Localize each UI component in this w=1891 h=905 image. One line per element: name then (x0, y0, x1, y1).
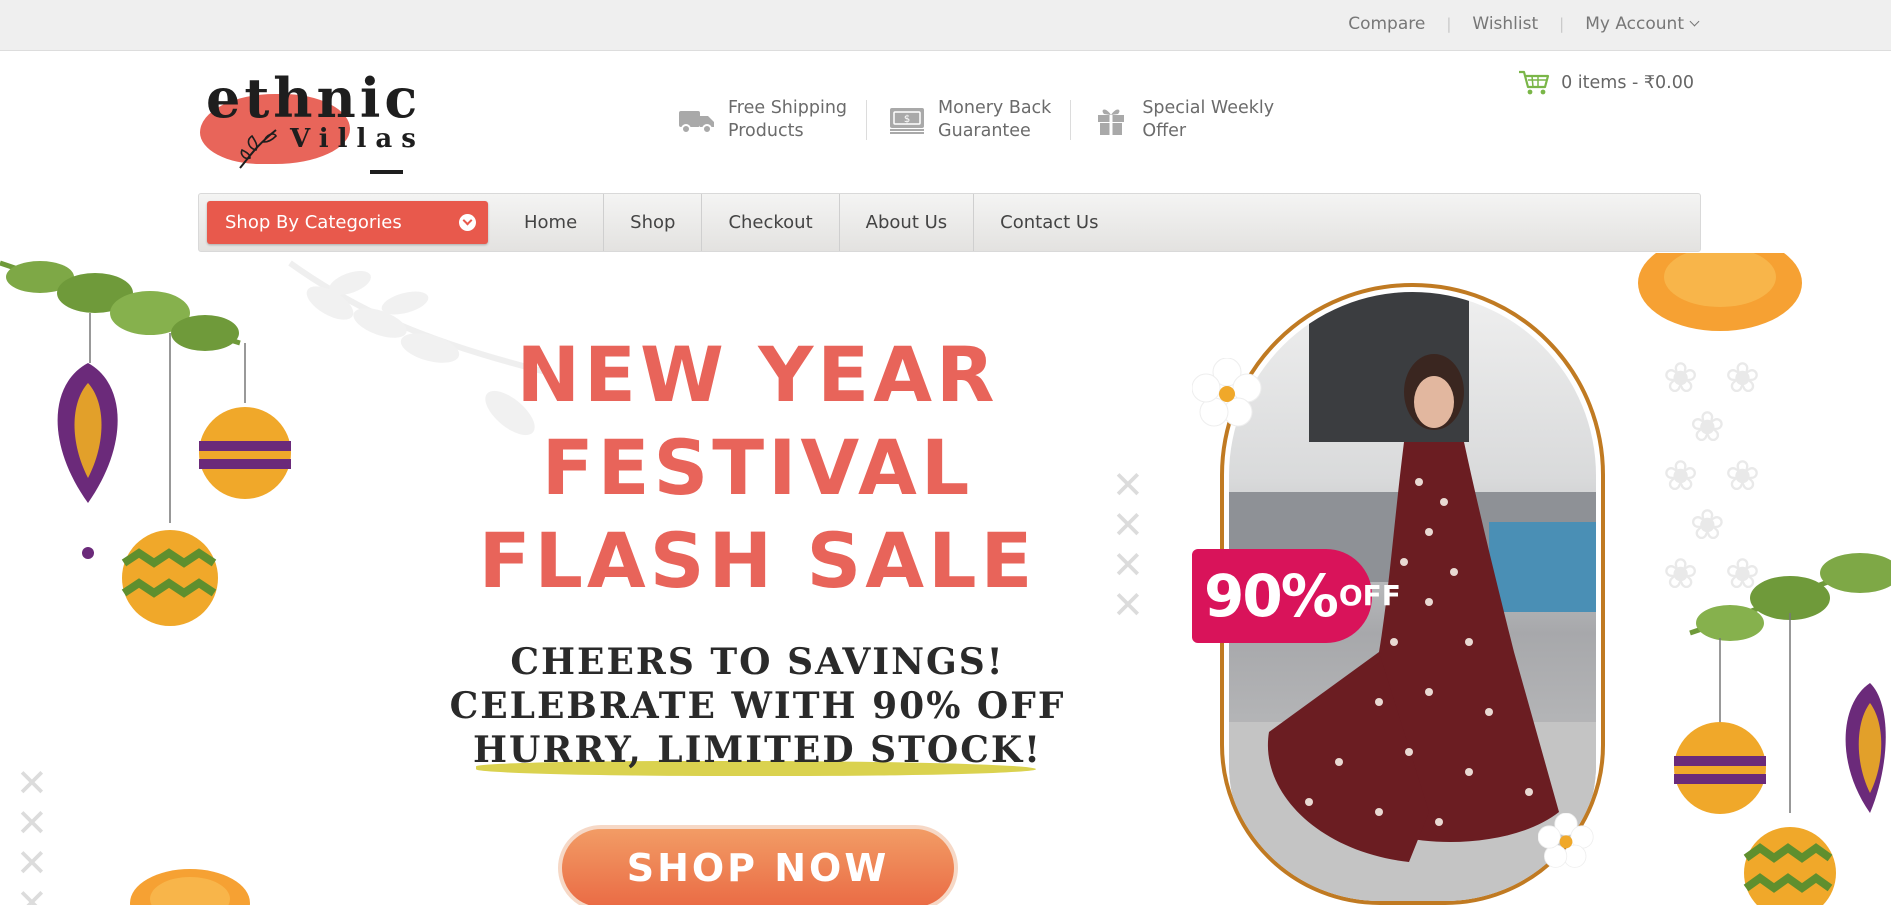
shop-now-button[interactable]: SHOP NOW (558, 825, 958, 905)
nav-item-contact-us[interactable]: Contact Us (974, 194, 1124, 251)
chevron-down-circle-icon (459, 214, 476, 231)
subtext-line: CELEBRATE WITH 90% OFF (449, 685, 1066, 727)
truck-icon (676, 100, 718, 140)
top-separator: | (1559, 15, 1565, 33)
feature-weekly-offer: Special Weekly Offer (1090, 97, 1274, 143)
nav-item-shop[interactable]: Shop (604, 194, 703, 251)
badge-off-text: OFF (1338, 579, 1401, 612)
feature-divider (1070, 100, 1072, 140)
main-nav: Shop By Categories Home Shop Checkout Ab… (198, 193, 1701, 252)
nav-item-about-us[interactable]: About Us (840, 194, 975, 251)
feature-free-shipping: Free Shipping Products (676, 97, 886, 143)
categories-label: Shop By Categories (225, 212, 402, 233)
logo-text-line1: ethnic (206, 66, 422, 130)
leaf-icon (239, 129, 277, 169)
features-strip: Free Shipping Products $ Monery Back Gua… (676, 97, 1274, 143)
white-flower-icon (1192, 358, 1262, 427)
my-account-dropdown[interactable]: My Account (1585, 14, 1700, 34)
headline-line: NEW YEAR (516, 330, 999, 419)
feature-title: Special Weekly (1142, 98, 1275, 118)
marigold-icon (130, 869, 250, 905)
subtext-line: CHEERS TO SAVINGS! (510, 641, 1005, 683)
banner-subtext: CHEERS TO SAVINGS! CELEBRATE WITH 90% OF… (395, 640, 1120, 772)
chevron-down-icon (1689, 16, 1700, 27)
compare-link[interactable]: Compare (1348, 14, 1425, 34)
gift-icon (1090, 100, 1132, 140)
feature-divider (866, 100, 868, 140)
feature-text: Monery Back Guarantee (938, 97, 1051, 143)
subtext-line: HURRY, LIMITED STOCK! (473, 729, 1042, 771)
my-account-label: My Account (1585, 14, 1684, 34)
logo-underline (370, 170, 403, 174)
badge-percent: 90% (1204, 562, 1339, 630)
ornaments-right-icon (1674, 553, 1891, 905)
headline-line: FESTIVAL (541, 423, 974, 512)
feature-subtitle: Offer (1142, 121, 1187, 141)
ornaments-left-icon (0, 260, 291, 626)
white-flower-icon (1538, 813, 1594, 868)
x-decoration: ✕ ✕ ✕ ✕ (1112, 463, 1144, 627)
wishlist-link[interactable]: Wishlist (1472, 14, 1538, 34)
x-decoration: ✕ ✕ ✕ ✕ (16, 761, 48, 905)
top-links: Compare | Wishlist | My Account (1348, 0, 1700, 48)
mini-cart[interactable]: 0 items - ₹0.00 (1518, 70, 1694, 96)
banner-headline: NEW YEAR FESTIVAL FLASH SALE (395, 328, 1120, 607)
headline-line: FLASH SALE (478, 516, 1037, 605)
feature-title: Free Shipping (728, 98, 848, 118)
nav-menu: Home Shop Checkout About Us Contact Us (502, 194, 1124, 251)
logo-text-line2: Villas (290, 124, 425, 154)
discount-badge: 90% OFF (1192, 549, 1401, 643)
cart-icon (1519, 70, 1550, 95)
hero-banner[interactable]: ✕ ✕ ✕ ✕ NEW YEAR FESTIVAL FLASH SALE CHEERS… (0, 253, 1891, 905)
feature-subtitle: Products (728, 121, 804, 141)
feature-title: Monery Back (938, 98, 1052, 118)
shop-by-categories-button[interactable]: Shop By Categories (207, 201, 488, 244)
nav-item-checkout[interactable]: Checkout (702, 194, 840, 251)
top-bar: Compare | Wishlist | My Account (0, 0, 1891, 51)
feature-text: Free Shipping Products (728, 97, 847, 143)
marigold-icon (1638, 253, 1802, 331)
money-icon: $ (886, 100, 928, 140)
svg-text:$: $ (904, 114, 910, 125)
feature-subtitle: Guarantee (938, 121, 1031, 141)
badge-off: OFF (1339, 582, 1401, 610)
top-separator: | (1446, 15, 1452, 33)
feature-money-back: $ Monery Back Guarantee (886, 97, 1090, 143)
nav-item-home[interactable]: Home (502, 194, 605, 251)
feature-text: Special Weekly Offer (1142, 97, 1274, 143)
site-logo[interactable]: ethnic Villas (198, 66, 417, 178)
cart-summary: 0 items - ₹0.00 (1561, 73, 1694, 93)
